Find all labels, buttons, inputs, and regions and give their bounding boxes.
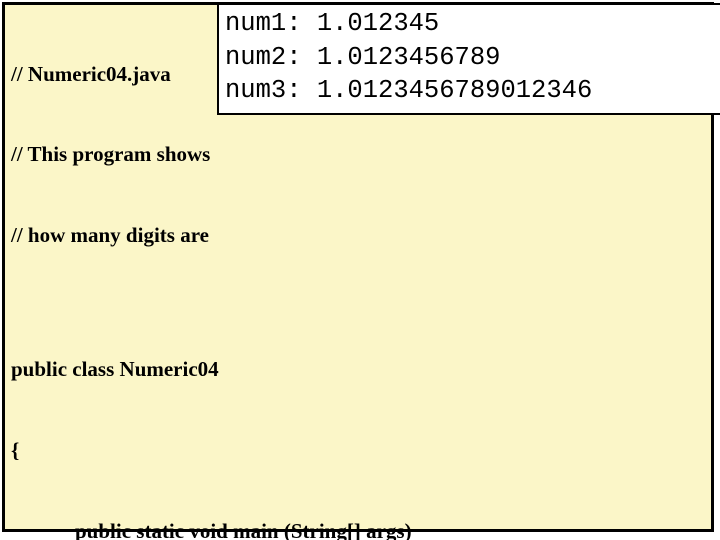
console-output-box: num1: 1.012345 num2: 1.0123456789 num3: … bbox=[217, 3, 720, 115]
code-line: public class Numeric04 bbox=[11, 356, 705, 383]
code-line: public static void main (String[] args) bbox=[11, 518, 705, 540]
code-slide: // Numeric04.java // This program shows … bbox=[2, 2, 714, 532]
output-line: num3: 1.0123456789012346 bbox=[225, 74, 714, 108]
output-line: num1: 1.012345 bbox=[225, 7, 714, 41]
output-line: num2: 1.0123456789 bbox=[225, 41, 714, 75]
code-line: // how many digits are bbox=[11, 222, 705, 249]
code-line: { bbox=[11, 437, 705, 464]
code-line: // This program shows bbox=[11, 141, 705, 168]
